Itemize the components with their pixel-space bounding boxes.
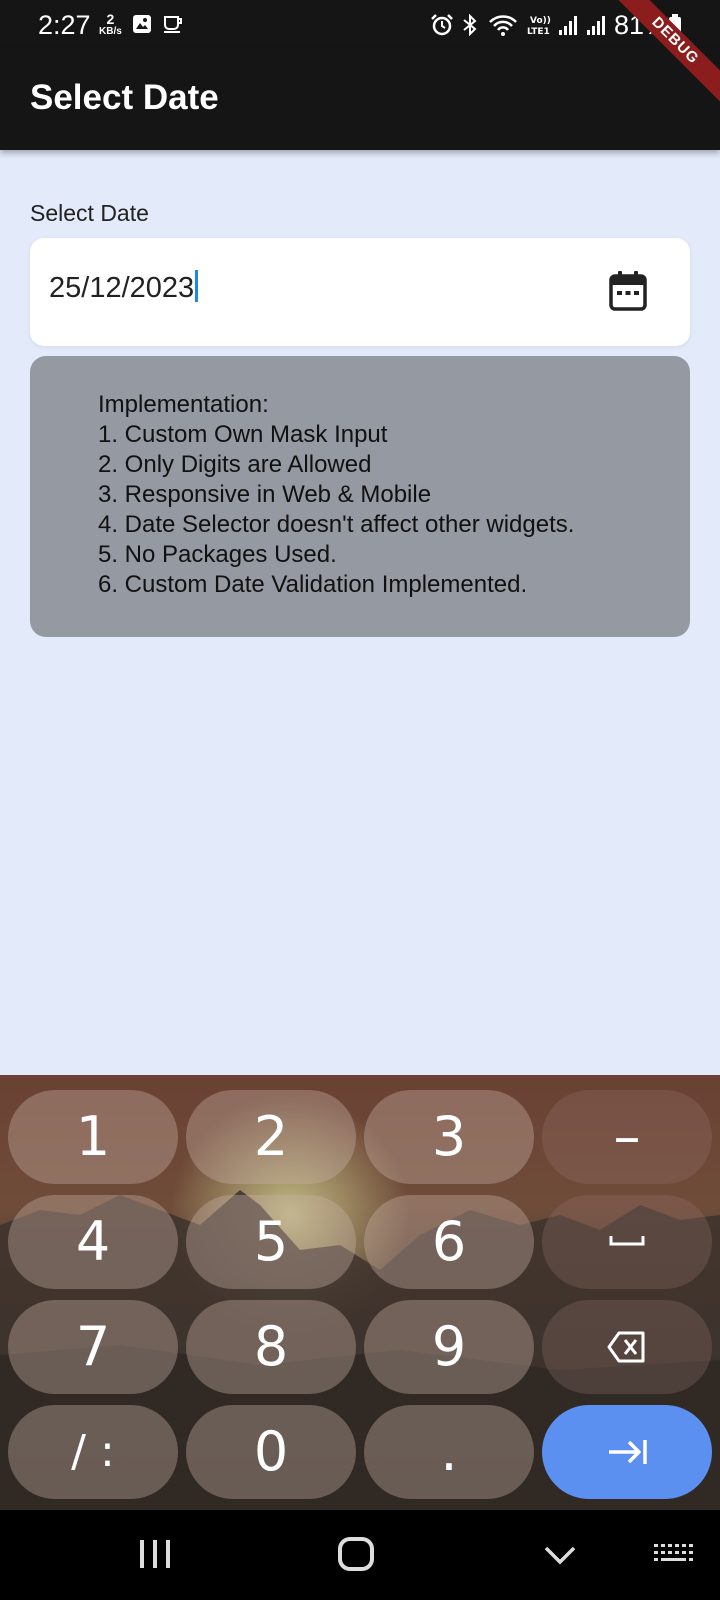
status-bar: 2:27 2 KB/s Vo)) LTE1 81% <box>0 0 720 48</box>
status-time: 2:27 <box>38 10 91 40</box>
list-item: 4. Date Selector doesn't affect other wi… <box>98 511 575 538</box>
battery-percent: 81% <box>614 10 669 40</box>
net-speed-value: 2 <box>106 11 115 27</box>
backspace-icon <box>607 1331 645 1363</box>
coffee-icon <box>164 16 182 33</box>
key-0[interactable]: 0 <box>186 1405 356 1499</box>
keyboard-switch-icon[interactable] <box>652 1534 694 1574</box>
list-item: Implementation: <box>98 391 269 418</box>
text-cursor <box>195 270 199 302</box>
key-1[interactable]: 1 <box>8 1090 178 1184</box>
signal-icon <box>587 16 605 35</box>
key-9[interactable]: 9 <box>364 1300 534 1394</box>
key-7[interactable]: 7 <box>8 1300 178 1394</box>
battery-icon <box>669 14 681 37</box>
svg-text:Vo)): Vo)) <box>530 16 551 26</box>
key-3[interactable]: 3 <box>364 1090 534 1184</box>
space-icon <box>609 1236 645 1246</box>
recents-icon[interactable] <box>136 1534 174 1574</box>
list-item: 5. No Packages Used. <box>98 541 337 568</box>
wifi-icon <box>489 15 517 36</box>
list-item: 3. Responsive in Web & Mobile <box>98 481 432 508</box>
date-field-label: Select Date <box>30 200 149 226</box>
backspace-key[interactable] <box>542 1300 712 1394</box>
key-8[interactable]: 8 <box>186 1300 356 1394</box>
page-title: Select Date <box>30 78 219 117</box>
implementation-list: Implementation: 1. Custom Own Mask Input… <box>98 390 574 600</box>
list-item: 6. Custom Date Validation Implemented. <box>98 571 528 598</box>
list-item: 1. Custom Own Mask Input <box>98 421 388 448</box>
app-bar: Select Date <box>0 48 720 150</box>
key-space[interactable] <box>542 1195 712 1289</box>
next-field-key[interactable] <box>542 1405 712 1499</box>
gallery-icon <box>133 15 151 33</box>
signal-icon <box>559 16 577 35</box>
volte-icon: Vo)) LTE1 <box>527 16 551 36</box>
key-6[interactable]: 6 <box>364 1195 534 1289</box>
implementation-info-card: Implementation: 1. Custom Own Mask Input… <box>30 356 690 637</box>
date-value-text: 25/12/2023 <box>49 272 195 304</box>
key-5[interactable]: 5 <box>186 1195 356 1289</box>
list-item: 2. Only Digits are Allowed <box>98 451 372 478</box>
key-minus[interactable]: – <box>542 1090 712 1184</box>
key-4[interactable]: 4 <box>8 1195 178 1289</box>
numeric-keyboard: 1 2 3 – 4 5 6 7 8 9 / : 0 . <box>0 1075 720 1510</box>
alarm-icon <box>431 14 453 36</box>
net-speed-unit: KB/s <box>99 26 122 37</box>
date-input-value[interactable]: 25/12/2023 <box>49 270 199 305</box>
date-input[interactable]: 25/12/2023 <box>30 238 690 346</box>
svg-text:LTE1: LTE1 <box>527 27 550 36</box>
key-slash-colon[interactable]: / : <box>8 1405 178 1499</box>
bluetooth-icon <box>463 14 477 36</box>
system-nav-bar <box>0 1510 720 1600</box>
tab-enter-icon <box>609 1440 647 1464</box>
home-icon[interactable] <box>336 1534 376 1574</box>
key-period[interactable]: . <box>364 1405 534 1499</box>
back-icon[interactable] <box>540 1534 580 1574</box>
net-speed: 2 KB/s <box>99 11 122 37</box>
calendar-icon[interactable] <box>608 270 648 312</box>
key-2[interactable]: 2 <box>186 1090 356 1184</box>
